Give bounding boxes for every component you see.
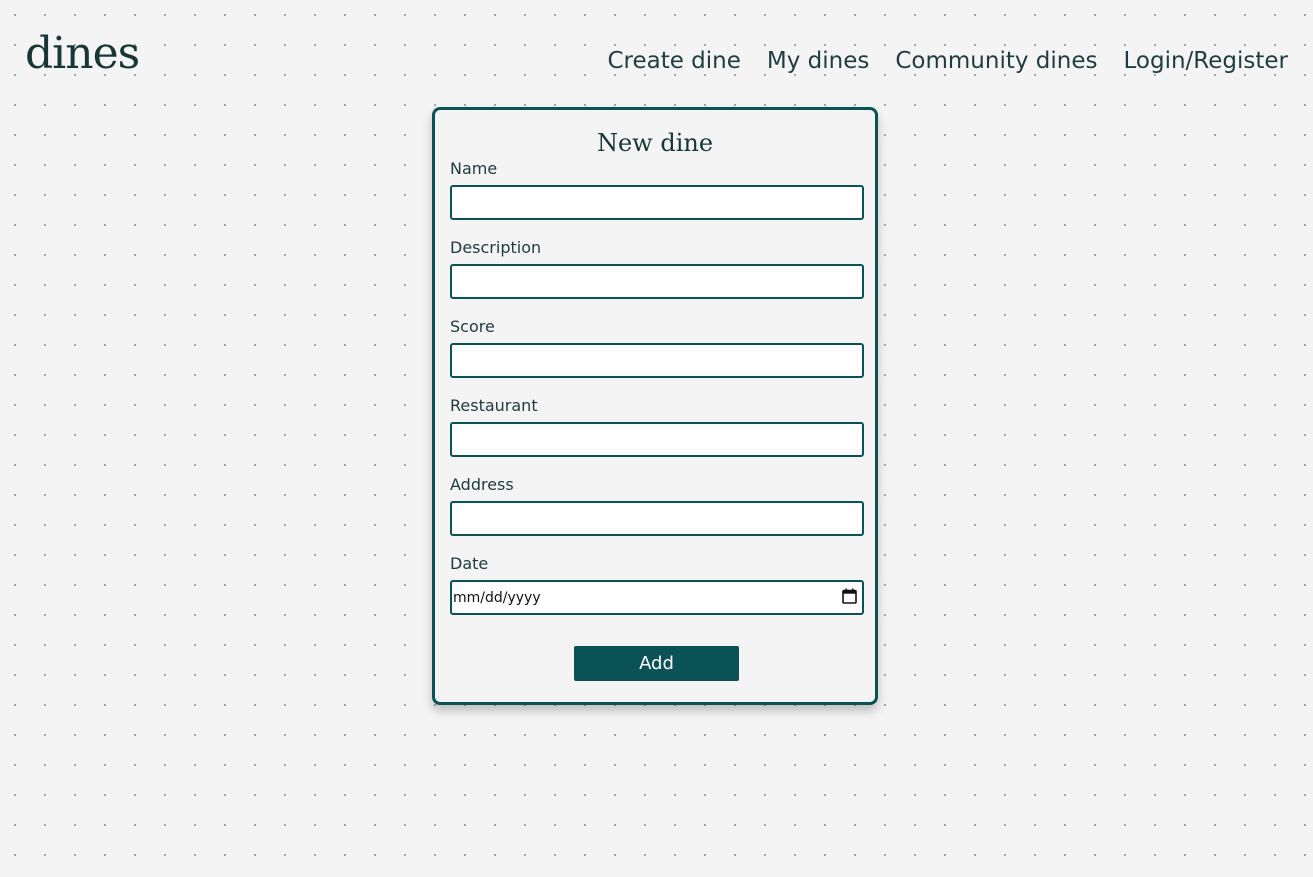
- nav-login-register[interactable]: Login/Register: [1124, 44, 1289, 78]
- name-field: Name: [450, 158, 864, 220]
- description-label: Description: [450, 238, 542, 257]
- score-input[interactable]: [450, 343, 864, 378]
- restaurant-field: Restaurant: [450, 395, 864, 457]
- site-logo[interactable]: dines: [25, 26, 140, 82]
- nav-my-dines[interactable]: My dines: [767, 44, 869, 78]
- date-input-value: mm/dd/yyyy: [453, 590, 541, 606]
- score-label: Score: [450, 317, 495, 336]
- add-button[interactable]: Add: [574, 646, 739, 681]
- new-dine-form: New dine Name Description Score Restaura…: [432, 107, 878, 705]
- description-input[interactable]: [450, 264, 864, 299]
- restaurant-label: Restaurant: [450, 396, 538, 415]
- nav-create-dine[interactable]: Create dine: [607, 44, 740, 78]
- date-field: Date mm/dd/yyyy: [450, 553, 864, 615]
- calendar-icon[interactable]: [842, 588, 857, 604]
- restaurant-input[interactable]: [450, 422, 864, 457]
- date-input[interactable]: mm/dd/yyyy: [450, 580, 864, 615]
- score-field: Score: [450, 316, 864, 378]
- main-nav: Create dine My dines Community dines Log…: [607, 44, 1288, 78]
- date-label: Date: [450, 554, 489, 573]
- name-label: Name: [450, 159, 498, 178]
- nav-community-dines[interactable]: Community dines: [895, 44, 1097, 78]
- address-label: Address: [450, 475, 514, 494]
- name-input[interactable]: [450, 185, 864, 220]
- address-field: Address: [450, 474, 864, 536]
- address-input[interactable]: [450, 501, 864, 536]
- form-title: New dine: [596, 129, 714, 157]
- description-field: Description: [450, 237, 864, 299]
